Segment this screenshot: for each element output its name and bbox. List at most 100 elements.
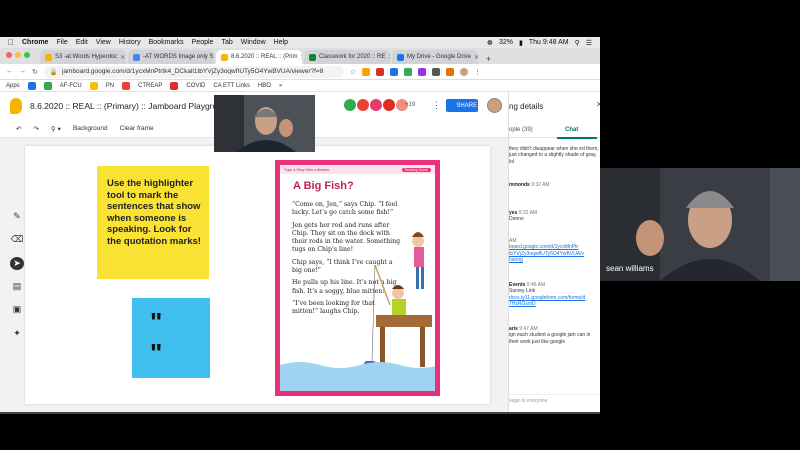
tab-people[interactable]: ople (39) xyxy=(509,127,533,133)
close-tab-icon[interactable]: ✕ xyxy=(388,54,390,61)
window-controls xyxy=(6,52,30,58)
search-icon[interactable]: ⚲ xyxy=(575,39,580,47)
background-button[interactable]: Background xyxy=(73,125,108,132)
url-field[interactable]: 🔒 jamboard.google.com/d/1ycxMnPtrtk4_DCk… xyxy=(43,65,344,78)
close-icon[interactable]: ✕ xyxy=(596,100,600,109)
bookmark-hbo[interactable]: HBO xyxy=(258,83,271,89)
bookmark-pn[interactable]: PN xyxy=(106,83,114,89)
bookmark-covid[interactable]: COVID xyxy=(186,83,205,89)
menu-tab[interactable]: Tab xyxy=(221,39,232,46)
profile-avatar-icon[interactable] xyxy=(460,67,469,76)
menu-edit[interactable]: Edit xyxy=(76,39,88,46)
tab-favicon-icon xyxy=(221,53,228,61)
chat-message-text: Donno xyxy=(509,216,524,223)
extension-icon[interactable] xyxy=(362,67,371,76)
url-text: jamboard.google.com/d/1ycxMnPtrtk4_DCkal… xyxy=(61,68,324,75)
reload-icon[interactable]: ↻ xyxy=(32,68,38,76)
menu-people[interactable]: People xyxy=(192,39,214,46)
close-tab-icon[interactable]: ✕ xyxy=(300,54,302,61)
more-options-icon[interactable]: ⋮ xyxy=(432,100,441,111)
redo-icon[interactable]: ↷ xyxy=(33,125,38,133)
bookmark-apps[interactable]: Apps xyxy=(6,83,20,89)
menu-help[interactable]: Help xyxy=(274,39,288,46)
extension-icon[interactable] xyxy=(432,67,441,76)
pen-icon[interactable]: ✎ xyxy=(10,210,24,223)
undo-icon[interactable]: ↶ xyxy=(16,125,21,133)
browser-tab[interactable]: My Drive - Google Drive ✕ xyxy=(392,50,478,64)
tab-chat[interactable]: Chat xyxy=(565,127,578,133)
more-collaborators-count[interactable]: +19 xyxy=(405,102,415,108)
extension-icon[interactable] xyxy=(446,67,455,76)
new-tab-button[interactable]: + xyxy=(480,54,497,64)
bookmark-icon[interactable] xyxy=(27,81,36,90)
battery-icon[interactable]: ▮ xyxy=(519,39,523,47)
share-button[interactable]: 👤 SHARE xyxy=(446,99,478,112)
menu-chrome[interactable]: Chrome xyxy=(22,39,48,46)
browser-tab[interactable]: -AT WORDS Image only S ✕ xyxy=(128,50,214,64)
browser-tab[interactable]: Classwork for 2020 :: RE ✕ xyxy=(304,50,390,64)
chevron-down-icon: ▾ xyxy=(57,125,61,133)
sticky-note-instructions[interactable]: Use the highlighter tool to mark the sen… xyxy=(97,166,209,279)
chat-message: Events 9:46 AM Survey Link docs.ty11.goo… xyxy=(509,282,599,308)
chrome-menu-icon[interactable]: ⋮ xyxy=(474,68,481,76)
bookmark-icon[interactable] xyxy=(122,81,131,90)
wifi-icon[interactable]: ☸ xyxy=(487,39,493,47)
minimize-window-icon[interactable] xyxy=(15,52,21,58)
close-tab-icon[interactable]: ✕ xyxy=(120,54,125,61)
image-icon[interactable]: ▣ xyxy=(10,303,24,316)
account-avatar[interactable] xyxy=(487,98,502,113)
close-tab-icon[interactable]: ✕ xyxy=(474,54,478,61)
zoom-control[interactable]: ⚲ ▾ xyxy=(51,125,61,133)
clock[interactable]: Thu 9:48 AM xyxy=(529,39,569,46)
collaborator-avatar xyxy=(357,99,369,111)
jam-title[interactable]: 8.6.2020 :: REAL :: (Primary) :: Jamboar… xyxy=(30,101,231,111)
bookmark-icon[interactable] xyxy=(89,81,98,90)
bookmarks-more-icon[interactable]: » xyxy=(279,83,282,89)
share-label: SHARE xyxy=(456,102,478,109)
clear-frame-button[interactable]: Clear frame xyxy=(120,125,154,132)
window-bottom-edge xyxy=(0,412,600,414)
select-pointer-icon[interactable]: ➤ xyxy=(10,256,24,270)
story-page-image[interactable]: Topic & Story Gets a Number Reading Guid… xyxy=(275,160,440,396)
bookmark-icon[interactable] xyxy=(43,81,52,90)
menu-bookmarks[interactable]: Bookmarks xyxy=(149,39,184,46)
apple-icon[interactable]:  xyxy=(8,38,14,47)
chat-message-text: ign each student a google jam can in the… xyxy=(509,332,591,345)
forward-icon[interactable]: → xyxy=(19,68,26,75)
extension-icon[interactable] xyxy=(418,67,427,76)
sticky-note-quotation-marks[interactable]: " " xyxy=(132,298,210,378)
sticky-note-icon[interactable]: ▤ xyxy=(10,280,24,293)
panel-tabs: ople (39) Chat xyxy=(509,124,600,139)
menu-window[interactable]: Window xyxy=(241,39,266,46)
tab-label: -AT WORDS Image only S xyxy=(143,54,214,60)
extension-icon[interactable] xyxy=(404,67,413,76)
browser-tab[interactable]: S3 -at Words Hyperdoc ✕ xyxy=(40,50,126,64)
bookmark-ca-ett[interactable]: CA ETT Links xyxy=(213,83,250,89)
jamboard-logo-icon xyxy=(10,98,22,114)
chat-link[interactable]: board.google.com/d/1ycxMnPtr tbYVjZy3oqw… xyxy=(509,244,584,263)
collaborator-avatar xyxy=(344,99,356,111)
maximize-window-icon[interactable] xyxy=(24,52,30,58)
browser-tab-active[interactable]: 8.6.2020 :: REAL :: (Prim ✕ xyxy=(216,50,302,64)
laser-icon[interactable]: ✦ xyxy=(10,327,24,340)
back-icon[interactable]: ← xyxy=(6,68,13,75)
person-video-feed xyxy=(214,95,315,152)
menu-list-icon[interactable]: ☰ xyxy=(586,39,592,47)
chat-link[interactable]: docs.ty11.googleform.com/forms/d 7HzRGsm… xyxy=(509,295,585,307)
extension-icon[interactable] xyxy=(376,67,385,76)
collaborator-avatars xyxy=(344,99,408,111)
bookmark-icon[interactable] xyxy=(170,81,179,90)
extension-icon[interactable] xyxy=(390,67,399,76)
menu-view[interactable]: View xyxy=(96,39,111,46)
chat-input[interactable]: sage to everyone xyxy=(509,394,600,406)
bookmark-ctreap[interactable]: CTREAP xyxy=(138,83,162,89)
eraser-icon[interactable]: ⌫ xyxy=(10,233,24,246)
menu-file[interactable]: File xyxy=(56,39,67,46)
video-tile-self[interactable] xyxy=(214,95,315,152)
video-tile-speaker[interactable]: sean williams xyxy=(600,168,800,281)
chat-message: yes 9:32 AM Donno xyxy=(509,210,599,223)
bookmark-af-fcu[interactable]: AF-FCU xyxy=(60,83,82,89)
bookmark-star-icon[interactable]: ☆ xyxy=(350,68,356,76)
close-window-icon[interactable] xyxy=(6,52,12,58)
menu-history[interactable]: History xyxy=(119,39,141,46)
